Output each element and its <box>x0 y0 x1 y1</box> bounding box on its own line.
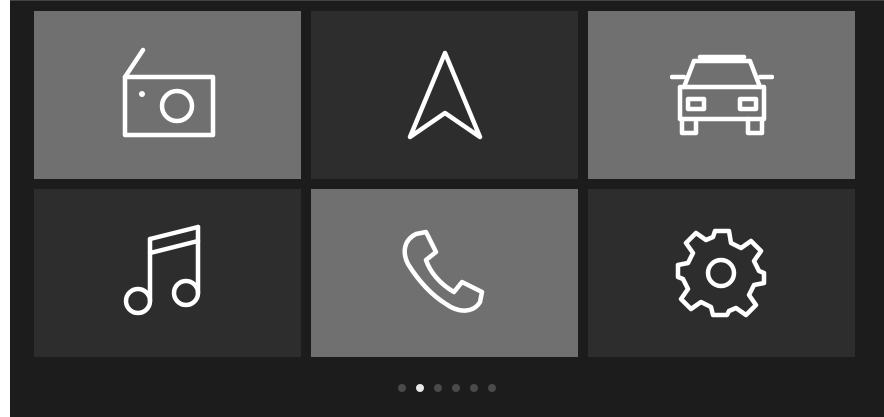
phone-tile[interactable] <box>311 189 578 357</box>
page-dot-4[interactable] <box>452 384 460 392</box>
page-dot-2[interactable] <box>416 384 424 392</box>
music-tile[interactable] <box>34 189 301 357</box>
navigation-arrow-icon <box>407 50 482 140</box>
vehicle-tile[interactable] <box>588 11 855 179</box>
page-dot-1[interactable] <box>398 384 406 392</box>
phone-icon <box>401 229 484 313</box>
page-dot-6[interactable] <box>488 384 496 392</box>
music-note-icon <box>123 224 200 316</box>
page-dot-5[interactable] <box>470 384 478 392</box>
radio-icon <box>122 47 215 138</box>
radio-tile[interactable] <box>34 11 301 179</box>
page-dot-3[interactable] <box>434 384 442 392</box>
car-icon <box>669 54 774 136</box>
app-grid <box>34 11 855 357</box>
gear-icon <box>675 228 766 318</box>
settings-tile[interactable] <box>588 189 855 357</box>
navigation-tile[interactable] <box>311 11 578 179</box>
page-indicator[interactable] <box>10 384 884 392</box>
home-screen <box>10 0 884 417</box>
